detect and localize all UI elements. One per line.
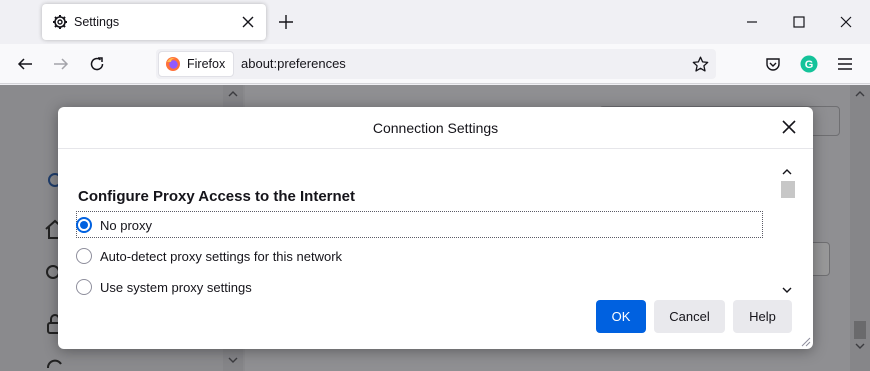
identity-label: Firefox [187,57,226,71]
dialog-scrollbar[interactable] [779,164,795,298]
hamburger-menu-icon[interactable] [835,54,855,74]
firefox-logo-icon [165,56,181,72]
gear-icon [52,14,68,30]
sync-icon [47,359,62,369]
pocket-icon[interactable] [763,54,783,74]
arrow-left-icon[interactable] [15,54,35,74]
chevron-down-icon[interactable] [779,282,795,298]
ok-button[interactable]: OK [596,300,646,333]
resize-grip-icon[interactable] [799,335,811,347]
maximize-icon[interactable] [789,12,809,32]
radio-system-proxy[interactable]: Use system proxy settings [76,274,252,300]
radio-label: Use system proxy settings [100,279,252,295]
radio-no-proxy[interactable]: No proxy [76,212,152,238]
star-icon[interactable] [690,54,710,74]
close-icon[interactable] [238,12,258,32]
minimize-icon[interactable] [742,12,762,32]
arrow-right-icon[interactable] [51,54,71,74]
page-scrollbar [850,85,870,371]
dialog-header: Connection Settings [58,107,813,149]
tab-strip: Settings [0,0,870,44]
plus-icon[interactable] [276,12,296,32]
radio-button[interactable] [76,248,92,264]
connection-settings-dialog: Connection Settings Configure Proxy Acce… [58,107,813,349]
dialog-title: Connection Settings [372,120,499,136]
focus-ring [76,211,763,238]
radio-label: No proxy [100,217,153,233]
svg-text:G: G [805,59,814,71]
radio-button[interactable] [76,279,92,295]
navigation-toolbar: Firefox about:preferences G [0,44,870,84]
window-close-icon[interactable] [836,12,856,32]
url-text[interactable]: about:preferences [241,56,346,71]
tab-settings[interactable]: Settings [42,4,266,40]
radio-auto-detect-proxy[interactable]: Auto-detect proxy settings for this netw… [76,243,342,269]
grammarly-icon[interactable]: G [799,54,819,74]
cancel-button[interactable]: Cancel [654,300,725,333]
close-icon[interactable] [779,117,799,137]
scrollbar-thumb[interactable] [781,181,795,198]
chevron-up-icon[interactable] [779,164,795,180]
help-button[interactable]: Help [733,300,792,333]
radio-label: Auto-detect proxy settings for this netw… [100,248,343,264]
dialog-body: Configure Proxy Access to the Internet N… [58,150,798,300]
reload-icon[interactable] [87,54,107,74]
identity-box[interactable]: Firefox [158,51,235,77]
tab-title: Settings [74,15,120,29]
radio-button[interactable] [76,217,92,233]
url-bar[interactable]: Firefox about:preferences [156,49,716,79]
proxy-section-heading: Configure Proxy Access to the Internet [78,188,356,205]
